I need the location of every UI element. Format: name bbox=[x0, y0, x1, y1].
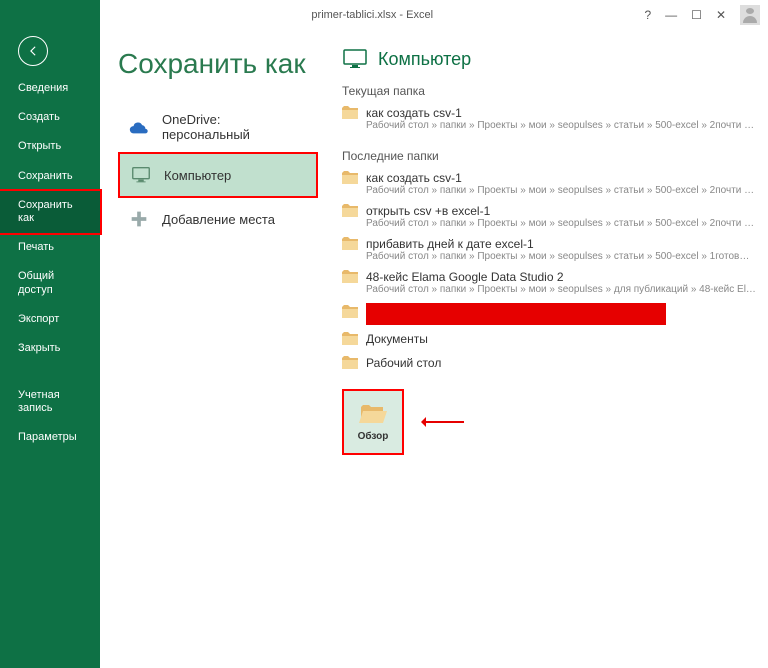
current-folder-path: Рабочий стол » папки » Проекты » мои » s… bbox=[366, 120, 756, 131]
sidebar-item-close[interactable]: Закрыть bbox=[0, 334, 100, 363]
monitor-icon bbox=[342, 48, 368, 70]
place-computer[interactable]: Компьютер bbox=[118, 152, 318, 198]
sidebar: Сведения Создать Открыть Сохранить Сохра… bbox=[0, 30, 100, 668]
recent-folder[interactable]: открыть csv +в excel-1 Рабочий стол » па… bbox=[342, 202, 756, 235]
sidebar-item-account[interactable]: Учетная запись bbox=[0, 381, 100, 423]
browse-label: Обзор bbox=[358, 431, 389, 442]
recent-folder-documents[interactable]: Документы bbox=[342, 329, 756, 353]
sidebar-item-print[interactable]: Печать bbox=[0, 233, 100, 262]
browse-button[interactable]: Обзор bbox=[342, 389, 404, 455]
recent-folder[interactable]: как создать csv-1 Рабочий стол » папки »… bbox=[342, 169, 756, 202]
folder-icon bbox=[342, 356, 358, 374]
back-button[interactable] bbox=[18, 36, 48, 66]
arrow-left-icon bbox=[26, 44, 40, 58]
current-folder-name: как создать csv-1 bbox=[366, 106, 756, 120]
maximize-button[interactable]: ☐ bbox=[691, 9, 702, 21]
place-onedrive-label: OneDrive: персональный bbox=[162, 112, 308, 142]
folder-icon bbox=[342, 237, 358, 262]
titlebar: primer-tablici.xlsx - Excel ? — ☐ ✕ bbox=[0, 0, 768, 30]
recent-folder[interactable]: 48-кейс Elama Google Data Studio 2 Рабоч… bbox=[342, 268, 756, 301]
sidebar-item-info[interactable]: Сведения bbox=[0, 74, 100, 103]
plus-icon bbox=[128, 208, 150, 230]
sidebar-item-export[interactable]: Экспорт bbox=[0, 305, 100, 334]
sidebar-item-share[interactable]: Общий доступ bbox=[0, 262, 100, 304]
folder-icon bbox=[342, 171, 358, 196]
place-onedrive[interactable]: OneDrive: персональный bbox=[118, 102, 318, 152]
redacted-overlay bbox=[366, 303, 666, 325]
recent-folder-desktop[interactable]: Рабочий стол bbox=[342, 353, 756, 377]
help-icon[interactable]: ? bbox=[644, 9, 651, 21]
place-add-location[interactable]: Добавление места bbox=[118, 198, 318, 240]
recent-folder[interactable]: прибавить дней к дате excel-1 Рабочий ст… bbox=[342, 235, 756, 268]
page-title: Сохранить как bbox=[118, 48, 318, 80]
folder-icon bbox=[342, 270, 358, 295]
titlebar-sidebar-cap bbox=[0, 0, 100, 30]
user-avatar[interactable] bbox=[740, 5, 760, 25]
cloud-icon bbox=[128, 116, 150, 138]
folder-icon bbox=[342, 106, 358, 131]
current-folder-label: Текущая папка bbox=[342, 84, 756, 98]
sidebar-item-options[interactable]: Параметры bbox=[0, 423, 100, 452]
recent-folder-redacted[interactable] bbox=[342, 301, 756, 329]
sidebar-item-open[interactable]: Открыть bbox=[0, 132, 100, 161]
recent-folders-label: Последние папки bbox=[342, 149, 756, 163]
sidebar-item-new[interactable]: Создать bbox=[0, 103, 100, 132]
place-computer-label: Компьютер bbox=[164, 168, 231, 183]
right-header: Компьютер bbox=[342, 48, 756, 70]
folder-open-icon bbox=[359, 403, 387, 425]
folder-icon bbox=[342, 204, 358, 229]
right-header-label: Компьютер bbox=[378, 49, 471, 70]
annotation-arrow bbox=[424, 421, 464, 423]
monitor-icon bbox=[130, 164, 152, 186]
close-button[interactable]: ✕ bbox=[716, 9, 726, 21]
folder-icon bbox=[342, 332, 358, 350]
current-folder[interactable]: как создать csv-1 Рабочий стол » папки »… bbox=[342, 104, 756, 137]
folder-icon bbox=[342, 305, 358, 323]
place-add-location-label: Добавление места bbox=[162, 212, 275, 227]
minimize-button[interactable]: — bbox=[665, 9, 677, 21]
sidebar-item-save-as[interactable]: Сохранить как bbox=[0, 189, 102, 235]
sidebar-item-save[interactable]: Сохранить bbox=[0, 162, 100, 191]
window-title: primer-tablici.xlsx - Excel bbox=[100, 9, 644, 21]
